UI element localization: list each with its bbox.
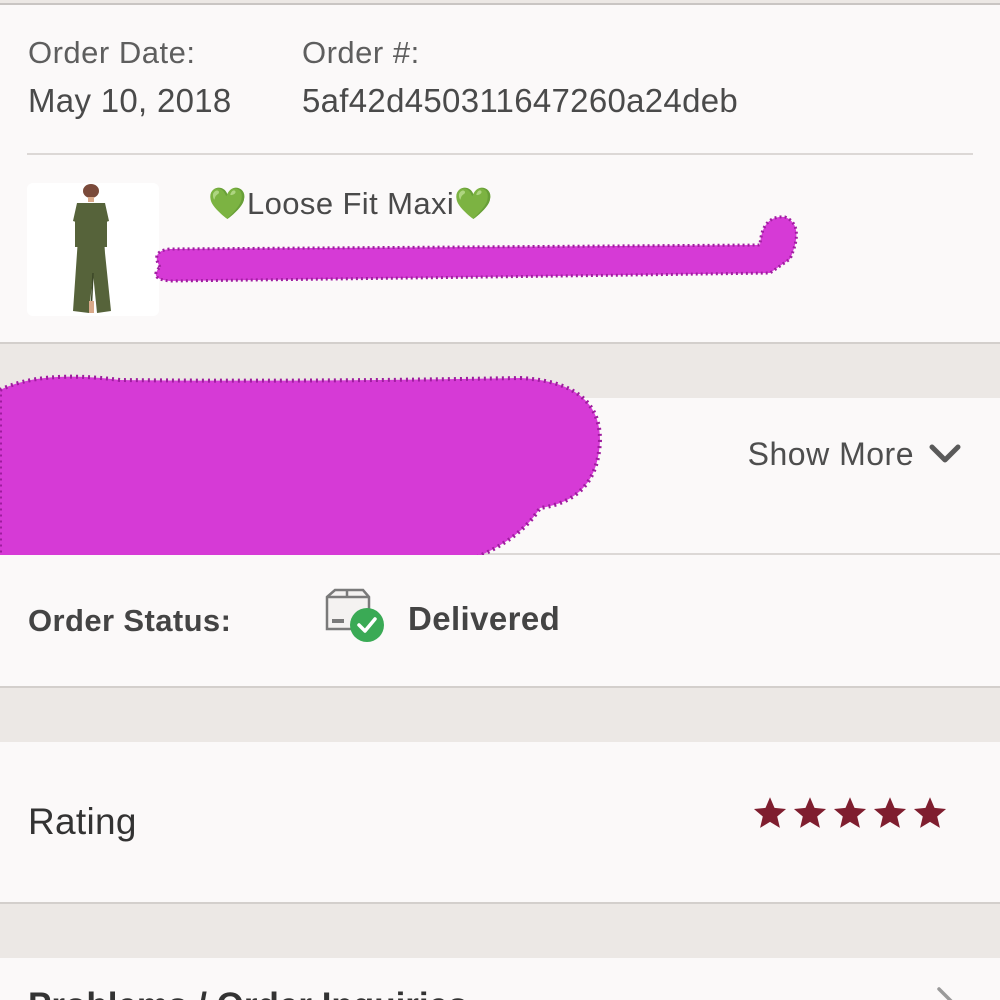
star-icon[interactable] [792, 795, 828, 831]
redaction-scribble [154, 215, 798, 283]
order-inquiries-row[interactable]: Problems / Order Inquiries [0, 958, 1000, 1000]
order-status-card: Order Status: Delivered [0, 555, 1000, 686]
status-bottom-border [0, 686, 1000, 688]
rating-stars[interactable] [752, 795, 952, 835]
package-delivered-icon [323, 587, 385, 645]
order-status-label: Order Status: [28, 603, 232, 638]
star-icon[interactable] [872, 795, 908, 831]
star-icon[interactable] [752, 795, 788, 831]
show-more-button[interactable]: Show More [748, 434, 962, 474]
order-inquiries-label: Problems / Order Inquiries [28, 986, 468, 1000]
star-icon[interactable] [832, 795, 868, 831]
order-status-value: Delivered [408, 600, 561, 637]
chevron-down-icon [929, 444, 961, 463]
order-number-value: 5af42d450311647260a24deb [302, 82, 739, 119]
product-row[interactable]: 💚Loose Fit Maxi💚 [0, 155, 1000, 342]
order-date-value: May 10, 2018 [28, 82, 232, 119]
chevron-right-icon [937, 987, 953, 1000]
order-date-label: Order Date: [28, 35, 196, 70]
rating-card: Rating [0, 742, 1000, 902]
order-number-label: Order #: [302, 35, 420, 70]
star-icon[interactable] [912, 795, 948, 831]
rating-label: Rating [28, 801, 137, 842]
card-bottom-border [0, 342, 1000, 344]
rating-bottom-border [0, 902, 1000, 904]
order-info-card: Order Date: May 10, 2018 Order #: 5af42d… [0, 5, 1000, 342]
show-more-label: Show More [747, 435, 914, 472]
redaction-blob [0, 374, 603, 579]
